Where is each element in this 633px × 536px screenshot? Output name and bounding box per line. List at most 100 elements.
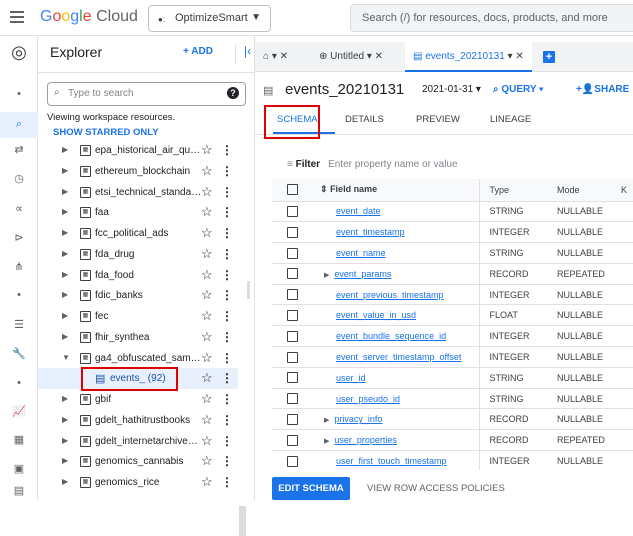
- more-options-icon[interactable]: ⋮: [221, 392, 233, 406]
- row-checkbox[interactable]: [287, 330, 298, 342]
- query-button[interactable]: ⌕ QUERY ▾: [493, 84, 543, 95]
- expand-icon[interactable]: ▶: [324, 438, 329, 445]
- share-button[interactable]: +👤SHARE: [576, 84, 629, 95]
- expand-more-icon[interactable]: ▶: [62, 311, 68, 320]
- project-picker[interactable]: ●: OptimizeSmart ▼: [148, 5, 271, 32]
- column-key[interactable]: K: [621, 179, 633, 202]
- row-checkbox[interactable]: [287, 205, 298, 217]
- star-icon[interactable]: ☆: [201, 391, 213, 407]
- dataform-icon[interactable]: ⊳: [0, 229, 38, 247]
- filter-input[interactable]: Enter property name or value: [328, 159, 458, 170]
- row-checkbox[interactable]: [287, 289, 298, 301]
- add-button[interactable]: + ADD: [183, 46, 213, 57]
- field-name-link[interactable]: privacy_info: [334, 414, 382, 424]
- star-icon[interactable]: ☆: [201, 308, 213, 324]
- star-icon[interactable]: ☆: [201, 329, 213, 345]
- star-icon[interactable]: ☆: [201, 350, 213, 366]
- view-row-access-policies-button[interactable]: VIEW ROW ACCESS POLICIES: [367, 483, 505, 494]
- select-all-checkbox[interactable]: [287, 184, 298, 196]
- row-checkbox[interactable]: [287, 434, 298, 446]
- tree-item-dataset[interactable]: ▶ ▦ fda_drug ☆ ⋮: [38, 244, 238, 265]
- field-name-link[interactable]: user_properties: [334, 435, 397, 445]
- field-name-link[interactable]: user_id: [336, 373, 366, 383]
- tab-preview[interactable]: PREVIEW: [416, 114, 460, 125]
- bigquery-logo-icon[interactable]: ◎: [0, 40, 38, 62]
- expand-more-icon[interactable]: ▶: [62, 394, 68, 403]
- expand-more-icon[interactable]: ▶: [62, 270, 68, 279]
- tab-lineage[interactable]: LINEAGE: [490, 114, 531, 125]
- star-icon[interactable]: ☆: [201, 246, 213, 262]
- menu-icon[interactable]: [10, 11, 24, 26]
- tree-item-dataset[interactable]: ▶ ▦ genomics_rice ☆ ⋮: [38, 472, 238, 493]
- field-name-link[interactable]: event_params: [334, 269, 391, 279]
- tree-item-dataset[interactable]: ▶ ▦ fdic_banks ☆ ⋮: [38, 285, 238, 306]
- field-name-link[interactable]: event_previous_timestamp: [336, 290, 444, 300]
- tab-events-20210131[interactable]: ▤ events_20210131 ▾ ✕: [405, 42, 532, 72]
- row-checkbox[interactable]: [287, 413, 298, 425]
- tree-item-dataset[interactable]: ▶ ▦ gdelt_internetarchivebooks☆ ⋮: [38, 431, 238, 452]
- expand-more-icon[interactable]: ▶: [62, 332, 68, 341]
- star-icon[interactable]: ☆: [201, 412, 213, 428]
- more-options-icon[interactable]: ⋮: [221, 371, 233, 385]
- tree-item-dataset[interactable]: ▶ ▦ faa ☆ ⋮: [38, 202, 238, 223]
- field-name-link[interactable]: event_bundle_sequence_id: [336, 331, 446, 341]
- scheduled-queries-icon[interactable]: ⋔: [0, 258, 38, 276]
- expand-icon[interactable]: ▶: [324, 272, 329, 279]
- field-name-link[interactable]: event_server_timestamp_offset: [336, 352, 461, 362]
- tree-item-dataset[interactable]: ▶ ▦ ethereum_blockchain ☆ ⋮: [38, 161, 238, 182]
- row-checkbox[interactable]: [287, 372, 298, 384]
- tree-item-dataset[interactable]: ▶ ▦ fec ☆ ⋮: [38, 306, 238, 327]
- star-icon[interactable]: ☆: [201, 474, 213, 490]
- more-options-icon[interactable]: ⋮: [221, 288, 233, 302]
- dot-icon[interactable]: •: [0, 86, 38, 104]
- more-options-icon[interactable]: ⋮: [221, 309, 233, 323]
- explorer-search-input[interactable]: ⌕ Type to search?: [47, 82, 246, 106]
- tree-item-dataset[interactable]: ▶ ▦ etsi_technical_standards ☆ ⋮: [38, 182, 238, 203]
- star-icon[interactable]: ☆: [201, 370, 213, 386]
- global-search-input[interactable]: Search (/) for resources, docs, products…: [350, 4, 633, 32]
- help-icon[interactable]: ?: [227, 87, 239, 99]
- tree-item-dataset[interactable]: ▶ ▦ gbif ☆ ⋮: [38, 389, 238, 410]
- row-checkbox[interactable]: [287, 226, 298, 238]
- expand-more-icon[interactable]: ▶: [62, 207, 68, 216]
- new-tab-button[interactable]: +: [543, 51, 555, 63]
- transfers-icon[interactable]: ⇄: [0, 141, 38, 159]
- tree-scrollbar-track[interactable]: [239, 506, 246, 536]
- field-name-link[interactable]: event_value_in_usd: [336, 310, 416, 320]
- tree-scrollbar[interactable]: [247, 281, 250, 299]
- wrench-icon[interactable]: 🔧: [0, 345, 38, 363]
- expand-more-icon[interactable]: ▶: [62, 249, 68, 258]
- expand-more-icon[interactable]: ▶: [62, 228, 68, 237]
- expand-more-icon[interactable]: ▶: [62, 145, 68, 154]
- expand-more-icon[interactable]: ▶: [62, 436, 68, 445]
- expand-less-icon[interactable]: ▼: [62, 353, 70, 362]
- dashboard-icon[interactable]: ▦: [0, 431, 38, 449]
- more-options-icon[interactable]: ⋮: [221, 164, 233, 178]
- dot-icon[interactable]: •: [0, 375, 38, 393]
- more-options-icon[interactable]: ⋮: [221, 247, 233, 261]
- dot-icon[interactable]: •: [0, 287, 38, 305]
- expand-more-icon[interactable]: ▶: [62, 415, 68, 424]
- tree-item-dataset[interactable]: ▶ ▦ gdelt_hathitrustbooks ☆ ⋮: [38, 410, 238, 431]
- star-icon[interactable]: ☆: [201, 267, 213, 283]
- star-icon[interactable]: ☆: [201, 453, 213, 469]
- field-name-link[interactable]: event_name: [336, 248, 386, 258]
- expand-more-icon[interactable]: ▶: [62, 456, 68, 465]
- more-options-icon[interactable]: ⋮: [221, 413, 233, 427]
- more-options-icon[interactable]: ⋮: [221, 475, 233, 489]
- more-options-icon[interactable]: ⋮: [221, 330, 233, 344]
- field-name-link[interactable]: user_pseudo_id: [336, 394, 400, 404]
- star-icon[interactable]: ☆: [201, 433, 213, 449]
- row-checkbox[interactable]: [287, 268, 298, 280]
- edit-schema-button[interactable]: EDIT SCHEMA: [272, 477, 350, 500]
- tree-item-dataset[interactable]: ▶ ▦ fcc_political_ads ☆ ⋮: [38, 223, 238, 244]
- search-icon[interactable]: ⌕: [0, 112, 38, 138]
- monitoring-icon[interactable]: ▣: [0, 460, 38, 478]
- expand-more-icon[interactable]: ▶: [62, 187, 68, 196]
- more-options-icon[interactable]: ⋮: [221, 185, 233, 199]
- tab-details[interactable]: DETAILS: [345, 114, 384, 125]
- tree-item-dataset[interactable]: ▶ ▦ genomics_cannabis ☆ ⋮: [38, 451, 238, 472]
- field-name-link[interactable]: event_date: [336, 206, 381, 216]
- row-checkbox[interactable]: [287, 393, 298, 405]
- bi-engine-icon[interactable]: 📈: [0, 403, 38, 421]
